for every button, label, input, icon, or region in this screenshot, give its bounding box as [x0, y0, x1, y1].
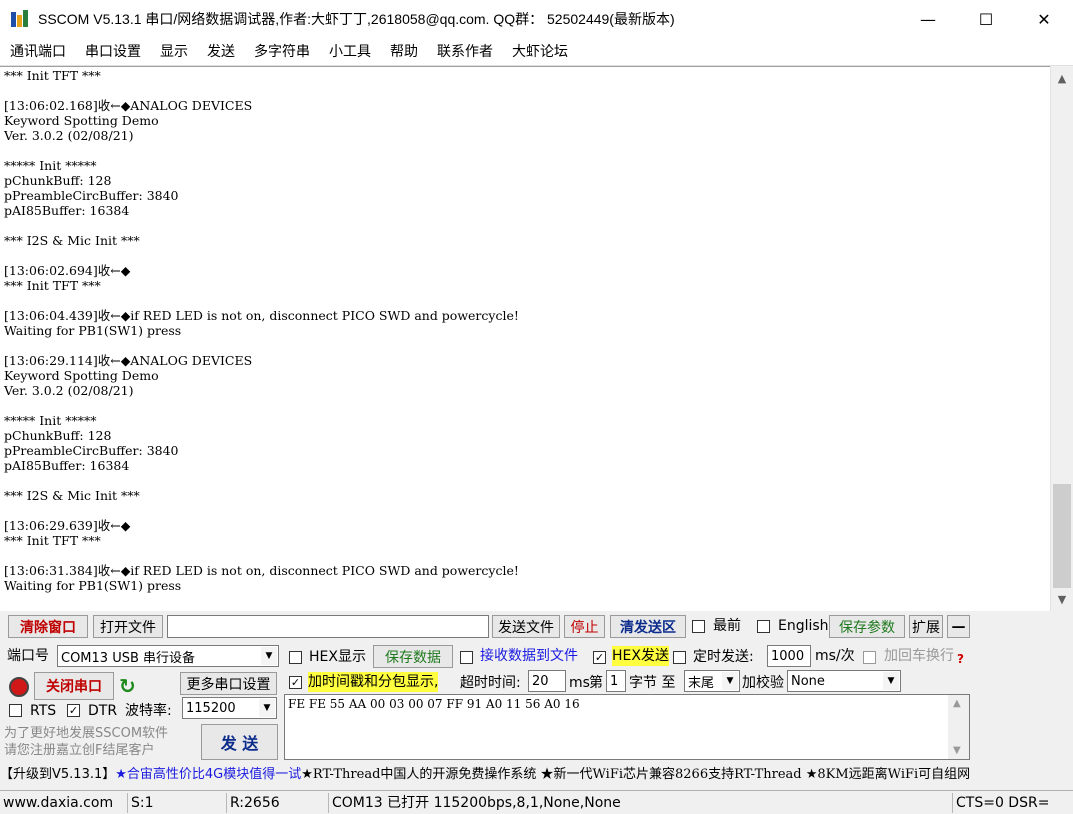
more-settings-button[interactable]: 更多串口设置 [180, 672, 277, 695]
baud-value: 115200 [186, 700, 236, 716]
ticker-4g-module[interactable]: ★合宙高性价比4G模块值得一试 [115, 767, 301, 782]
clear-send-button[interactable]: 清发送区 [610, 615, 686, 638]
send-content: FE FE 55 AA 00 03 00 07 FF 91 A0 11 56 A… [288, 697, 580, 711]
file-path-input[interactable] [167, 615, 489, 638]
timestamp-checkbox[interactable]: ✓ [289, 676, 302, 689]
menu-send[interactable]: 发送 [197, 38, 244, 66]
status-line-state: CTS=0 DSR= [952, 793, 1073, 813]
receive-scrollbar[interactable]: ▲ ▼ [1050, 66, 1073, 611]
byte-to-label: 字节 至 [629, 675, 676, 691]
save-data-button[interactable]: 保存数据 [373, 645, 453, 668]
promo-line-1[interactable]: 为了更好地发展SSCOM软件 [4, 725, 168, 742]
port-status-icon [9, 677, 29, 697]
english-checkbox[interactable] [757, 620, 770, 633]
send-file-button[interactable]: 发送文件 [492, 615, 560, 638]
hex-display-label: HEX显示 [309, 649, 366, 665]
news-ticker[interactable]: 【升级到V5.13.1】★合宙高性价比4G模块值得一试★RT-Thread中国人… [0, 764, 1073, 786]
hex-display-checkbox[interactable] [289, 651, 302, 664]
menu-help[interactable]: 帮助 [380, 38, 427, 66]
end-dropdown-icon[interactable]: ▼ [722, 672, 738, 690]
status-sent-count: S:1 [127, 793, 224, 813]
minimize-button[interactable]: — [899, 0, 957, 38]
checksum-value: None [791, 673, 825, 689]
baud-dropdown-icon[interactable]: ▼ [259, 699, 275, 717]
port-label: 端口号 [7, 648, 49, 664]
recv-to-file-checkbox[interactable] [460, 651, 473, 664]
promo-line-2[interactable]: 请您注册嘉立创F结尾客户 [4, 742, 154, 759]
expand-button[interactable]: 扩展 [909, 615, 943, 638]
timestamp-label: 加时间戳和分包显示, [308, 672, 439, 692]
dtr-checkbox[interactable]: ✓ [67, 704, 80, 717]
status-bar: www.daxia.com S:1 R:2656 COM13 已打开 11520… [0, 790, 1073, 814]
title-bar: SSCOM V5.13.1 串口/网络数据调试器,作者:大虾丁丁,2618058… [0, 0, 1073, 38]
nth-label: 第 [589, 675, 603, 691]
timed-interval-input[interactable]: 1000 [767, 645, 811, 667]
timed-unit-label: ms/次 [815, 648, 855, 664]
maximize-button[interactable]: ☐ [957, 0, 1015, 38]
menu-tools[interactable]: 小工具 [319, 38, 380, 66]
end-value: 末尾 [688, 675, 715, 691]
ticker-upgrade[interactable]: 【升级到V5.13.1】 [0, 767, 115, 782]
add-crlf-checkbox[interactable] [863, 651, 876, 664]
rts-checkbox[interactable] [9, 704, 22, 717]
app-logo-icon [10, 9, 30, 29]
baud-label: 波特率: [125, 703, 172, 719]
topmost-checkbox[interactable] [692, 620, 705, 633]
clear-window-button[interactable]: 清除窗口 [8, 615, 88, 638]
collapse-button[interactable]: — [947, 615, 970, 638]
send-scroll-down-icon[interactable]: ▼ [953, 745, 961, 756]
dtr-label: DTR [88, 703, 118, 719]
hex-send-checkbox[interactable]: ✓ [593, 651, 606, 664]
scroll-down-icon[interactable]: ▼ [1051, 589, 1073, 609]
add-crlf-label: 加回车换行 [884, 648, 954, 664]
topmost-label: 最前 [713, 618, 741, 634]
send-scroll-up-icon[interactable]: ▲ [953, 698, 961, 709]
timeout-input[interactable]: 20 [528, 670, 566, 692]
save-params-button[interactable]: 保存参数 [829, 615, 905, 638]
receive-text: *** Init TFT *** [13:06:02.168]收←◆ANALOG… [4, 68, 519, 593]
refresh-icon[interactable]: ↻ [119, 674, 136, 698]
window-title: SSCOM V5.13.1 串口/网络数据调试器,作者:大虾丁丁,2618058… [38, 11, 675, 27]
menu-serial-settings[interactable]: 串口设置 [75, 38, 150, 66]
menu-comm-port[interactable]: 通讯端口 [0, 38, 75, 66]
close-port-button[interactable]: 关闭串口 [34, 672, 114, 700]
open-file-button[interactable]: 打开文件 [93, 615, 163, 638]
baud-select[interactable]: 115200 ▼ [182, 697, 277, 719]
help-icon[interactable]: ? [957, 652, 964, 666]
send-button[interactable]: 发 送 [201, 724, 278, 760]
receive-window[interactable]: *** Init TFT *** [13:06:02.168]收←◆ANALOG… [0, 66, 1050, 611]
port-dropdown-icon[interactable]: ▼ [261, 647, 277, 665]
hex-send-label: HEX发送 [612, 646, 669, 666]
timeout-unit-label: ms [569, 675, 590, 691]
close-button[interactable]: ✕ [1015, 0, 1073, 38]
menu-contact-author[interactable]: 联系作者 [427, 38, 502, 66]
status-website[interactable]: www.daxia.com [0, 793, 125, 813]
timed-send-checkbox[interactable] [673, 651, 686, 664]
send-scrollbar[interactable]: ▲ ▼ [948, 695, 969, 759]
checksum-dropdown-icon[interactable]: ▼ [883, 672, 899, 690]
status-port-state: COM13 已打开 115200bps,8,1,None,None [328, 793, 950, 813]
scroll-up-icon[interactable]: ▲ [1051, 68, 1073, 88]
timeout-label: 超时时间: [460, 675, 521, 691]
recv-to-file-label: 接收数据到文件 [480, 648, 578, 664]
ticker-news[interactable]: ★RT-Thread中国人的开源免费操作系统 ★新一代WiFi芯片兼容8266支… [301, 767, 970, 782]
menu-forum[interactable]: 大虾论坛 [502, 38, 577, 66]
port-value: COM13 USB 串行设备 [61, 650, 196, 666]
timed-send-label: 定时发送: [693, 649, 754, 665]
end-select[interactable]: 末尾 ▼ [684, 670, 740, 692]
status-received-count: R:2656 [226, 793, 326, 813]
stop-button[interactable]: 停止 [564, 615, 605, 638]
send-input[interactable]: FE FE 55 AA 00 03 00 07 FF 91 A0 11 56 A… [284, 694, 970, 760]
nth-byte-input[interactable]: 1 [606, 670, 626, 692]
port-select[interactable]: COM13 USB 串行设备 ▼ [57, 645, 279, 667]
menu-multi-string[interactable]: 多字符串 [244, 38, 319, 66]
menu-display[interactable]: 显示 [150, 38, 197, 66]
menu-bar: 通讯端口 串口设置 显示 发送 多字符串 小工具 帮助 联系作者 大虾论坛 [0, 38, 1073, 66]
scroll-thumb[interactable] [1053, 484, 1071, 588]
english-label: English [778, 618, 829, 634]
checksum-select[interactable]: None ▼ [787, 670, 901, 692]
checksum-label: 加校验 [742, 675, 784, 691]
rts-label: RTS [30, 703, 57, 719]
